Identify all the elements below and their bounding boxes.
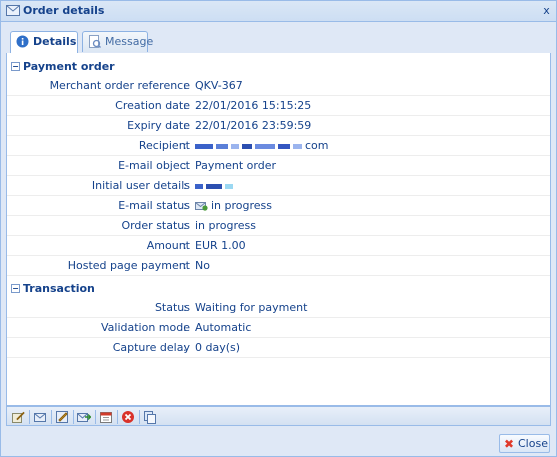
redacted-text <box>206 183 222 189</box>
payment-order-title: Payment order <box>23 60 115 73</box>
recipient-domain: com <box>305 139 329 152</box>
field-label: Order status <box>121 219 190 232</box>
row-validation-mode: Validation mode : Automatic <box>7 318 550 338</box>
field-value: 22/01/2016 15:15:25 <box>195 99 312 112</box>
title-bar[interactable]: Order details x <box>1 1 556 22</box>
tab-details[interactable]: Details <box>10 31 78 53</box>
redacted-text <box>195 183 203 189</box>
row-email-status: E-mail status : in progress <box>7 196 550 216</box>
field-value: in progress <box>195 199 272 212</box>
collapse-toggle-icon[interactable]: − <box>11 62 20 71</box>
field-label: Capture delay <box>112 341 190 354</box>
tab-strip: Details Message <box>6 28 551 54</box>
row-hosted-page-payment: Hosted page payment : No <box>7 256 550 276</box>
redacted-text <box>195 143 213 149</box>
field-label: Expiry date <box>127 119 190 132</box>
transaction-group-header[interactable]: − Transaction <box>7 279 550 299</box>
info-icon <box>16 35 29 48</box>
field-label: E-mail status <box>118 199 190 212</box>
order-details-window: Order details x Details Message − Paymen… <box>0 0 557 457</box>
mail-sending-icon <box>195 202 208 211</box>
field-label: Hosted page payment <box>67 259 190 272</box>
redacted-text <box>242 143 252 149</box>
row-expiry-date: Expiry date : 22/01/2016 23:59:59 <box>7 116 550 136</box>
field-value: in progress <box>195 219 257 232</box>
close-button-label: Close <box>518 437 548 450</box>
duplicate-order-icon[interactable] <box>143 410 157 424</box>
payment-order-group-header[interactable]: − Payment order <box>7 57 550 77</box>
redacted-text <box>225 183 233 189</box>
redacted-text <box>255 143 275 149</box>
collapse-toggle-icon[interactable]: − <box>11 284 20 293</box>
close-window-button[interactable]: x <box>539 3 554 18</box>
edit-order-icon[interactable] <box>11 410 25 424</box>
field-value: EUR 1.00 <box>195 239 246 252</box>
tab-message-label: Message <box>105 35 154 48</box>
field-value: 22/01/2016 23:59:59 <box>195 119 312 132</box>
row-amount: Amount : EUR 1.00 <box>7 236 550 256</box>
forward-email-icon[interactable] <box>77 410 91 424</box>
tab-message[interactable]: Message <box>82 31 153 52</box>
row-recipient: Recipient : com <box>7 136 550 156</box>
cancel-order-icon[interactable] <box>121 410 135 424</box>
field-value: 0 day(s) <box>195 341 241 354</box>
field-label: Creation date <box>115 99 190 112</box>
close-icon: ✖ <box>504 437 515 451</box>
row-creation-date: Creation date : 22/01/2016 15:15:25 <box>7 96 550 116</box>
field-label: Validation mode <box>100 321 190 334</box>
resend-email-icon[interactable] <box>33 410 47 424</box>
field-value: Waiting for payment <box>195 301 308 314</box>
field-value <box>195 179 236 192</box>
redacted-text <box>278 143 290 149</box>
email-status-value: in progress <box>211 199 273 212</box>
field-label: E-mail object <box>118 159 190 172</box>
row-merchant-order-reference: Merchant order reference : QKV-367 <box>7 76 550 96</box>
envelope-icon <box>6 5 20 16</box>
redacted-text <box>216 143 228 149</box>
actions-toolbar <box>6 406 551 426</box>
redacted-text <box>231 143 239 149</box>
field-value: com <box>195 139 329 152</box>
row-capture-delay: Capture delay : 0 day(s) <box>7 338 550 358</box>
message-icon <box>89 35 101 48</box>
window-title: Order details <box>23 4 105 17</box>
row-email-object: E-mail object : Payment order <box>7 156 550 176</box>
transaction-title: Transaction <box>23 282 95 295</box>
edit-email-icon[interactable] <box>55 410 69 424</box>
details-panel: − Payment order Merchant order reference… <box>6 53 551 406</box>
tab-details-label: Details <box>33 35 77 48</box>
field-value: Payment order <box>195 159 276 172</box>
calendar-expiry-icon[interactable] <box>99 410 113 424</box>
field-value: No <box>195 259 210 272</box>
field-label: Initial user details <box>91 179 190 192</box>
field-label: Merchant order reference <box>49 79 190 92</box>
field-value: QKV-367 <box>195 79 243 92</box>
close-button[interactable]: ✖ Close <box>499 434 550 453</box>
redacted-text <box>293 143 302 149</box>
row-transaction-status: Status : Waiting for payment <box>7 298 550 318</box>
row-order-status: Order status : in progress <box>7 216 550 236</box>
row-initial-user-details: Initial user details : <box>7 176 550 196</box>
field-value: Automatic <box>195 321 252 334</box>
